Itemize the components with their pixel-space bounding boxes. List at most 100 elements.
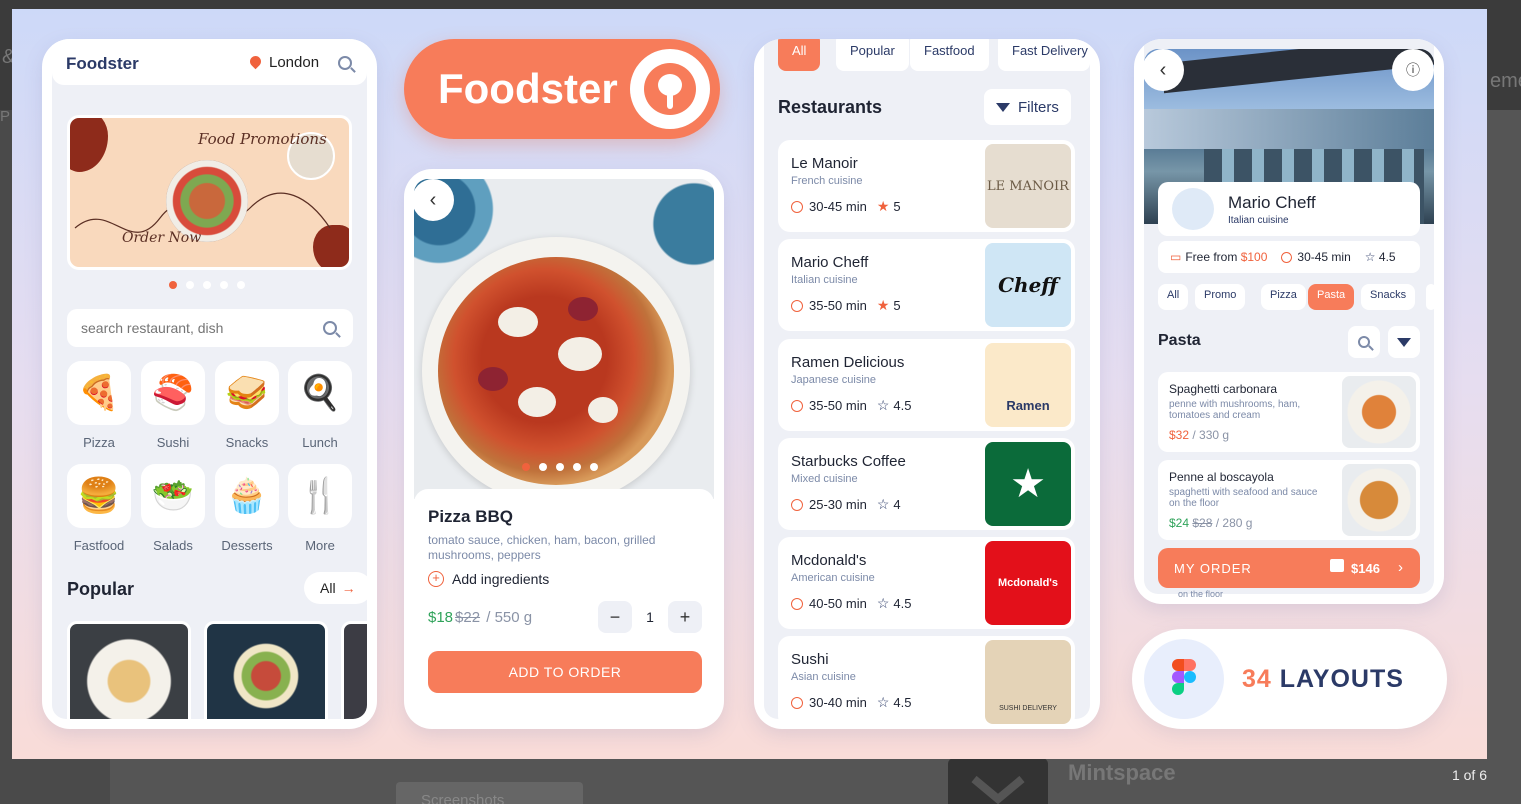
plus-circle-icon: + bbox=[428, 571, 444, 587]
restaurant-cuisine: Italian cuisine bbox=[791, 274, 858, 286]
tab-promo[interactable]: Promo bbox=[1195, 284, 1246, 310]
tab-fastfood[interactable]: Fastfood bbox=[910, 39, 989, 71]
image-counter: 1 of 6 bbox=[1451, 767, 1487, 783]
popular-dish-image[interactable] bbox=[204, 621, 328, 719]
category-sushi[interactable]: 🍣 Sushi bbox=[141, 361, 205, 450]
location-selector[interactable]: London bbox=[247, 53, 319, 71]
rating: 4.5 bbox=[893, 398, 912, 413]
decrement-button[interactable]: − bbox=[598, 601, 632, 633]
star-outline-icon: ☆ bbox=[876, 694, 890, 710]
back-button[interactable]: ‹ bbox=[1142, 49, 1184, 91]
pagination-dot[interactable] bbox=[556, 463, 564, 471]
tab-fast-delivery[interactable]: Fast Delivery bbox=[998, 39, 1090, 71]
dish-detail-card: Pizza BBQ tomato sauce, chicken, ham, ba… bbox=[414, 489, 714, 719]
dish-name: Pizza BBQ bbox=[428, 507, 514, 526]
tab-snacks[interactable]: Snacks bbox=[1361, 284, 1416, 310]
category-fastfood[interactable]: 🍔 Fastfood bbox=[67, 464, 131, 553]
restaurant-logo: Cheff bbox=[985, 243, 1071, 327]
restaurant-card[interactable]: Sushi Asian cuisine 30-40 min ☆ 4.5 SUSHI … bbox=[778, 636, 1075, 728]
tab-more[interactable] bbox=[1426, 284, 1436, 310]
menu-section-title: Pasta bbox=[1158, 332, 1201, 349]
figma-logo-icon bbox=[1144, 639, 1224, 719]
category-label: Desserts bbox=[221, 538, 273, 553]
quantity-value: 1 bbox=[646, 609, 654, 625]
delivery-time: 30-40 min bbox=[809, 695, 867, 710]
pagination-dot[interactable] bbox=[539, 463, 547, 471]
layouts-number: 34 bbox=[1242, 665, 1272, 693]
search-icon[interactable] bbox=[323, 321, 337, 335]
screenshots-button[interactable]: Screenshots bbox=[396, 782, 583, 804]
clock-icon bbox=[791, 299, 803, 312]
tab-all[interactable]: All bbox=[1158, 284, 1189, 310]
tab-pizza[interactable]: Pizza bbox=[1261, 284, 1306, 310]
filters-button[interactable]: Filters bbox=[984, 89, 1071, 125]
spoon-logo-mark bbox=[644, 63, 696, 115]
home-header: Foodster London bbox=[52, 39, 367, 85]
pagination-dot[interactable] bbox=[203, 281, 211, 289]
category-more[interactable]: 🍴 More bbox=[288, 464, 352, 553]
restaurant-logo: Ramen bbox=[985, 343, 1071, 427]
tab-pasta[interactable]: Pasta bbox=[1308, 284, 1355, 310]
category-lunch[interactable]: 🍳 Lunch bbox=[288, 361, 352, 450]
restaurant-card[interactable]: Mario Cheff Italian cuisine 35-50 min ★ 5 … bbox=[778, 239, 1075, 331]
star-outline-icon: ☆ bbox=[876, 595, 890, 611]
my-order-button[interactable]: MY ORDER $146 › bbox=[1158, 548, 1420, 588]
back-button[interactable]: ‹ bbox=[412, 179, 454, 221]
phone-restaurant-menu: ‹ ⓘ Mario Cheff Italian cuisine ▭ Free f… bbox=[1134, 39, 1444, 604]
pagination-dot[interactable] bbox=[169, 281, 177, 289]
tab-all[interactable]: All bbox=[778, 39, 821, 71]
pagination-dot[interactable] bbox=[590, 463, 598, 471]
restaurant-card[interactable]: Ramen Delicious Japanese cuisine 35-50 m… bbox=[778, 339, 1075, 431]
salad-icon: 🥗 bbox=[141, 464, 205, 528]
rating-value: 4.5 bbox=[1378, 250, 1396, 264]
star-filled-icon: ★ bbox=[876, 198, 890, 214]
popular-all-button[interactable]: All → bbox=[304, 572, 367, 604]
dish-card[interactable]: Penne al boscayola spaghetti with seafoo… bbox=[1158, 460, 1420, 540]
search-input[interactable] bbox=[81, 320, 311, 336]
category-salads[interactable]: 🥗 Salads bbox=[141, 464, 205, 553]
ham-topping bbox=[478, 367, 508, 391]
popular-dish-image[interactable] bbox=[67, 621, 191, 719]
dish-card[interactable]: Spaghetti carbonara penne with mushrooms… bbox=[1158, 372, 1420, 452]
home-screen: Foodster London Food Promotions Order No… bbox=[52, 39, 367, 719]
popular-dish-image[interactable] bbox=[341, 621, 367, 719]
list-peek-text: on the floor bbox=[1178, 589, 1224, 599]
category-pizza[interactable]: 🍕 Pizza bbox=[67, 361, 131, 450]
tab-popular[interactable]: Popular bbox=[836, 39, 909, 71]
pagination-dot[interactable] bbox=[573, 463, 581, 471]
restaurant-name: Mario Cheff bbox=[1228, 193, 1316, 212]
ham-topping bbox=[568, 297, 598, 321]
chevron-right-icon: › bbox=[1398, 559, 1403, 576]
search-button[interactable] bbox=[1348, 326, 1380, 358]
search-icon[interactable] bbox=[338, 56, 352, 70]
promo-banner[interactable]: Food Promotions Order Now bbox=[67, 115, 352, 270]
dish-price: $32 bbox=[1169, 428, 1190, 442]
category-desserts[interactable]: 🧁 Desserts bbox=[215, 464, 279, 553]
figma-shape bbox=[1184, 671, 1196, 683]
restaurant-cuisine: Italian cuisine bbox=[1228, 215, 1289, 226]
backdrop-app-title: Mintspace bbox=[1068, 760, 1176, 785]
pagination-dot[interactable] bbox=[186, 281, 194, 289]
star-outline-icon: ☆ bbox=[1364, 250, 1376, 264]
restaurant-logo: Mcdonald's bbox=[985, 541, 1071, 625]
rating: 4.5 bbox=[893, 695, 912, 710]
category-snacks[interactable]: 🥪 Snacks bbox=[215, 361, 279, 450]
phone-restaurants: All Popular Fastfood Fast Delivery Resta… bbox=[754, 39, 1100, 729]
filter-icon bbox=[996, 102, 1010, 112]
restaurant-card[interactable]: Mcdonald's American cuisine 40-50 min ☆ 4.… bbox=[778, 537, 1075, 629]
add-to-order-button[interactable]: ADD TO ORDER bbox=[428, 651, 702, 693]
brand-logo-badge: Foodster bbox=[404, 39, 720, 139]
info-button[interactable]: ⓘ bbox=[1392, 49, 1434, 91]
phone-dish-detail: ‹ Pizza BBQ tomato sauce, chicken, ham, … bbox=[404, 169, 724, 729]
pagination-dot[interactable] bbox=[220, 281, 228, 289]
pagination-dot[interactable] bbox=[522, 463, 530, 471]
popular-title: Popular bbox=[67, 579, 135, 599]
add-ingredients-button[interactable]: + Add ingredients bbox=[428, 571, 549, 587]
restaurant-card[interactable]: Starbucks Coffee Mixed cuisine 25-30 min… bbox=[778, 438, 1075, 530]
filter-button[interactable] bbox=[1388, 326, 1420, 358]
brand-name: Foodster bbox=[438, 65, 618, 112]
increment-button[interactable]: + bbox=[668, 601, 702, 633]
restaurant-card[interactable]: Le Manoir French cuisine 30-45 min ★ 5 LE … bbox=[778, 140, 1075, 232]
star-outline-icon: ☆ bbox=[876, 496, 890, 512]
pagination-dot[interactable] bbox=[237, 281, 245, 289]
